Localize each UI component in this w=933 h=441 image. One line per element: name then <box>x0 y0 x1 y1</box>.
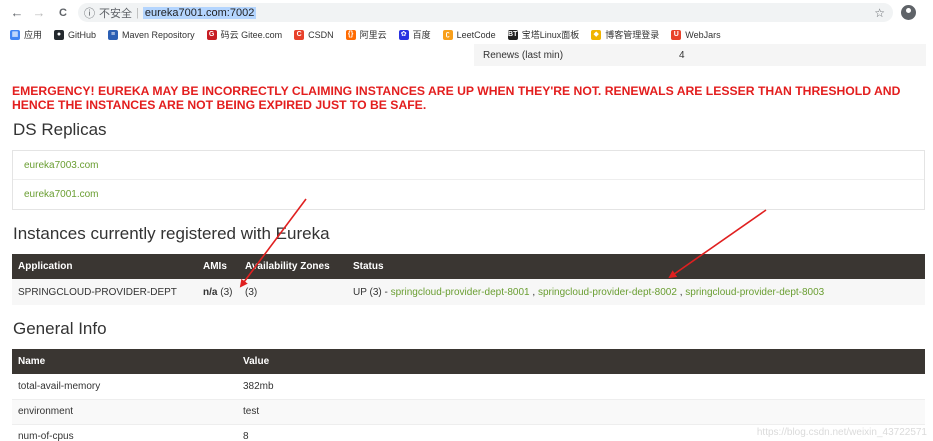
instances-title: Instances currently registered with Eure… <box>13 224 330 243</box>
instances-header-row: Application AMIs Availability Zones Stat… <box>12 254 925 279</box>
bt-icon: BT <box>507 29 518 40</box>
blog-icon: ◆ <box>591 29 602 40</box>
amis-value: n/a <box>203 286 218 298</box>
instance-link[interactable]: springcloud-provider-dept-8001 <box>391 287 530 298</box>
info-value: test <box>237 399 925 425</box>
apps-icon: ▦ <box>10 29 20 40</box>
col-amis: AMIs <box>197 254 239 279</box>
table-row: SPRINGCLOUD-PROVIDER-DEPT n/a (3) (3) UP… <box>12 279 925 305</box>
address-bar[interactable]: ⓘ 不安全 | eureka7001.com:7002 ☆ <box>78 3 893 22</box>
info-name: num-of-cpus <box>12 424 237 441</box>
bookmark-label: LeetCode <box>456 29 496 40</box>
status-prefix: UP (3) - <box>353 286 391 298</box>
webjars-icon: U <box>671 29 682 40</box>
bookmark-baidu[interactable]: ✿ 百度 <box>398 28 431 41</box>
forward-icon[interactable]: → <box>30 5 48 20</box>
bookmark-star-icon[interactable]: ☆ <box>874 6 885 20</box>
bookmark-label: 阿里云 <box>359 30 387 40</box>
bookmark-leetcode[interactable]: ʗ LeetCode <box>442 29 496 40</box>
bookmark-label: 宝塔Linux面板 <box>521 30 580 40</box>
instance-link[interactable]: springcloud-provider-dept-8002 <box>538 287 677 298</box>
profile-avatar-icon[interactable] <box>901 5 916 20</box>
col-name: Name <box>12 349 237 374</box>
bookmark-label: 博客管理登录 <box>605 30 660 40</box>
csdn-icon: C <box>294 29 305 40</box>
application-name: SPRINGCLOUD-PROVIDER-DEPT <box>12 279 197 305</box>
reload-icon[interactable]: C <box>54 7 72 19</box>
general-header-row: Name Value <box>12 349 925 374</box>
emergency-warning: EMERGENCY! EUREKA MAY BE INCORRECTLY CLA… <box>12 84 901 112</box>
bookmark-aliyun[interactable]: {} 阿里云 <box>345 28 387 41</box>
col-status: Status <box>347 254 925 279</box>
baidu-icon: ✿ <box>398 29 409 40</box>
bookmark-label: WebJars <box>685 29 721 40</box>
bookmark-label: 应用 <box>24 30 43 40</box>
aliyun-icon: {} <box>345 29 356 40</box>
amis-count: (3) <box>220 286 233 298</box>
bookmark-webjars[interactable]: U WebJars <box>671 29 721 40</box>
url-text[interactable]: eureka7001.com:7002 <box>142 6 257 19</box>
ds-replicas-title: DS Replicas <box>13 120 107 139</box>
status-cell: UP (3) - springcloud-provider-dept-8001 … <box>347 279 925 305</box>
table-row: environment test <box>12 399 925 425</box>
bookmark-maven[interactable]: ≡ Maven Repository <box>108 29 195 40</box>
table-row: total-avail-memory 382mb <box>12 374 925 400</box>
bookmark-label: CSDN <box>308 29 334 40</box>
browser-toolbar: ← → C ⓘ 不安全 | eureka7001.com:7002 ☆ <box>0 0 933 25</box>
instance-link[interactable]: springcloud-provider-dept-8003 <box>685 287 824 298</box>
gitee-icon: G <box>206 29 217 40</box>
bookmark-bt[interactable]: BT 宝塔Linux面板 <box>507 28 580 41</box>
general-info-title: General Info <box>13 319 107 338</box>
renews-label: Renews (last min) <box>483 49 564 61</box>
url-separator: | <box>136 6 139 19</box>
info-value: 382mb <box>237 374 925 400</box>
watermark: https://blog.csdn.net/weixin_43722571 <box>756 427 927 438</box>
back-icon[interactable]: ← <box>8 5 26 20</box>
bookmarks-bar: ▦ 应用 ● GitHub ≡ Maven Repository G 码云 Gitee.com… <box>0 25 933 44</box>
renews-row: Renews (last min) 4 <box>474 44 926 66</box>
ds-replicas-list: eureka7003.com eureka7001.com <box>12 150 925 210</box>
col-application: Application <box>12 254 197 279</box>
leetcode-icon: ʗ <box>442 29 453 40</box>
zones-cell: (3) <box>239 279 347 305</box>
bookmark-gitee[interactable]: G 码云 Gitee.com <box>206 28 283 41</box>
replica-link[interactable]: eureka7001.com <box>13 180 924 209</box>
bookmark-apps[interactable]: ▦ 应用 <box>10 28 42 41</box>
maven-icon: ≡ <box>108 29 119 40</box>
info-name: total-avail-memory <box>12 374 237 400</box>
instances-table: Application AMIs Availability Zones Stat… <box>12 254 925 305</box>
bookmark-blog[interactable]: ◆ 博客管理登录 <box>591 28 659 41</box>
bookmark-csdn[interactable]: C CSDN <box>294 29 334 40</box>
security-label: 不安全 <box>99 7 132 20</box>
amis-cell: n/a (3) <box>197 279 239 305</box>
bookmark-label: Maven Repository <box>122 29 195 40</box>
github-icon: ● <box>54 29 65 40</box>
bookmark-label: 百度 <box>412 30 431 40</box>
info-name: environment <box>12 399 237 425</box>
replica-link[interactable]: eureka7003.com <box>13 151 924 180</box>
bookmark-github[interactable]: ● GitHub <box>54 29 97 40</box>
eureka-page: Renews (last min) 4 EMERGENCY! EUREKA MA… <box>0 44 933 441</box>
bookmark-label: GitHub <box>68 29 97 40</box>
bookmark-label: 码云 Gitee.com <box>220 30 283 40</box>
col-availability-zones: Availability Zones <box>239 254 347 279</box>
col-value: Value <box>237 349 925 374</box>
renews-value: 4 <box>679 49 685 61</box>
info-icon[interactable]: ⓘ <box>84 5 95 21</box>
